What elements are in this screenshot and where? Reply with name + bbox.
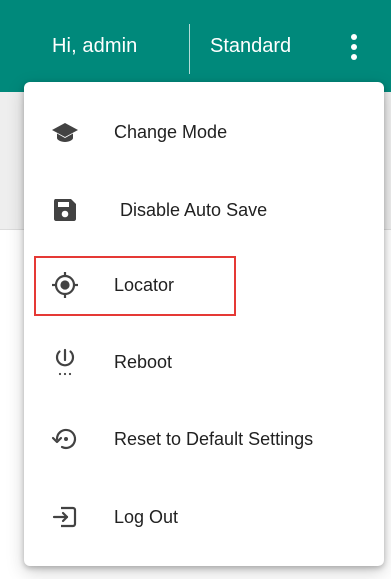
- menu-item-label: Reset to Default Settings: [114, 429, 314, 449]
- logout-icon: [50, 502, 80, 532]
- menu-item-label: Locator: [114, 275, 175, 295]
- crosshair-locate-icon: [50, 270, 80, 300]
- power-icon: [50, 347, 80, 377]
- menu-item-change-mode[interactable]: Change Mode: [24, 102, 384, 162]
- header-divider: [189, 24, 190, 74]
- floppy-disk-icon: [50, 195, 80, 225]
- more-vertical-icon[interactable]: [342, 30, 366, 64]
- menu-item-reset-default[interactable]: Reset to Default Settings: [24, 409, 384, 469]
- top-app-bar: Hi, admin Standard: [0, 0, 391, 92]
- restore-icon: [50, 424, 80, 454]
- menu-item-locator[interactable]: Locator: [24, 255, 384, 315]
- page: Hi, admin Standard Change Mode Disable A…: [0, 0, 391, 579]
- menu-item-reboot[interactable]: Reboot: [24, 332, 384, 392]
- kebab-dot: [351, 44, 357, 50]
- user-greeting[interactable]: Hi, admin: [52, 33, 137, 59]
- menu-item-log-out[interactable]: Log Out: [24, 487, 384, 547]
- current-mode-label[interactable]: Standard: [210, 33, 291, 59]
- menu-item-label: Reboot: [114, 352, 173, 372]
- menu-item-disable-auto-save[interactable]: Disable Auto Save: [24, 180, 384, 240]
- menu-item-label: Change Mode: [114, 122, 228, 142]
- menu-item-label: Disable Auto Save: [120, 200, 268, 220]
- school-cap-icon: [50, 117, 80, 147]
- kebab-dot: [351, 54, 357, 60]
- kebab-dot: [351, 34, 357, 40]
- dropdown-menu: Change Mode Disable Auto Save Locator Re…: [24, 82, 384, 566]
- menu-item-label: Log Out: [114, 507, 179, 527]
